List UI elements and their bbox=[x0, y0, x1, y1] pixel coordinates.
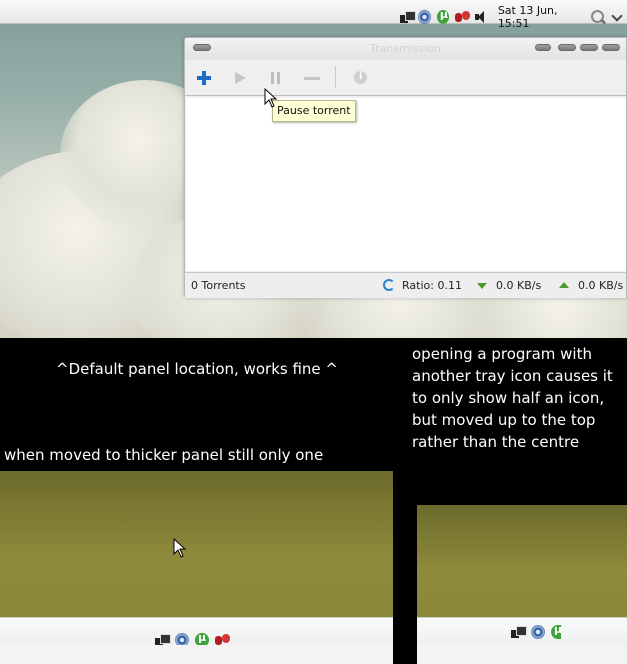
grass-wallpaper-right bbox=[417, 505, 627, 617]
utorrent-icon[interactable] bbox=[551, 625, 561, 639]
add-torrent-icon[interactable] bbox=[194, 68, 214, 88]
network-icon[interactable] bbox=[511, 626, 527, 638]
window-shade-button[interactable] bbox=[535, 44, 551, 51]
torrent-count: 0 Torrents bbox=[191, 279, 246, 292]
grass-wallpaper-left bbox=[0, 471, 393, 617]
upload-arrow-icon bbox=[559, 282, 569, 288]
panel-clock[interactable]: Sat 13 Jun, 15:51 bbox=[498, 4, 582, 30]
network-icon[interactable] bbox=[400, 11, 417, 23]
half-icon-bottom-panel bbox=[417, 617, 627, 664]
window-titlebar[interactable]: Transmission bbox=[185, 38, 626, 60]
pause-torrent-icon[interactable] bbox=[266, 68, 286, 88]
status-bar: 0 Torrents Ratio: 0.11 0.0 KB/s 0.0 KB/s bbox=[185, 272, 626, 298]
caption-line: opening a program with bbox=[412, 345, 592, 363]
caption-thicker-panel: when moved to thicker panel still only o… bbox=[4, 446, 324, 464]
search-icon[interactable] bbox=[590, 9, 605, 25]
transmission-icon[interactable] bbox=[531, 625, 545, 639]
minimize-button[interactable] bbox=[558, 44, 576, 51]
close-button[interactable] bbox=[602, 44, 620, 51]
start-torrent-icon[interactable] bbox=[230, 68, 250, 88]
desktop-screenshot-top: Sat 13 Jun, 15:51 Transmission 0 Torrent… bbox=[0, 0, 627, 338]
utorrent-icon[interactable] bbox=[436, 8, 450, 24]
remove-torrent-icon[interactable] bbox=[302, 68, 322, 88]
ratio-label[interactable]: Ratio: 0.11 bbox=[402, 279, 462, 292]
caption-line: rather than the centre bbox=[412, 433, 580, 451]
volume-icon[interactable] bbox=[475, 10, 487, 24]
caption-line: to only show half an icon, bbox=[412, 389, 605, 407]
caption-default-location: ^Default panel location, works fine ^ bbox=[56, 360, 338, 378]
thick-bottom-panel bbox=[0, 617, 393, 664]
window-toolbar bbox=[185, 60, 626, 96]
top-panel: Sat 13 Jun, 15:51 bbox=[0, 0, 627, 30]
torrent-list[interactable] bbox=[186, 98, 626, 271]
torrent-info-icon[interactable] bbox=[351, 68, 371, 88]
system-tray: Sat 13 Jun, 15:51 bbox=[400, 4, 627, 30]
refresh-icon[interactable] bbox=[383, 279, 395, 291]
transmission-window: Transmission 0 Torrents Ratio: 0.11 0.0 … bbox=[184, 37, 627, 298]
caption-line: another tray icon causes it bbox=[412, 367, 613, 385]
pause-torrent-tooltip: Pause torrent bbox=[272, 100, 356, 122]
transmission-icon[interactable] bbox=[418, 10, 431, 24]
panel-lower-strip bbox=[417, 645, 627, 664]
pidgin-icon[interactable] bbox=[455, 10, 471, 24]
toolbar-separator bbox=[335, 66, 336, 88]
upload-speed: 0.0 KB/s bbox=[578, 279, 624, 292]
chevron-down-icon[interactable] bbox=[612, 12, 621, 22]
caption-half-icon: opening a program with another tray icon… bbox=[412, 343, 627, 453]
download-speed: 0.0 KB/s bbox=[496, 279, 542, 292]
caption-line: but moved up to the top bbox=[412, 411, 596, 429]
panel-lower-strip bbox=[0, 645, 393, 664]
system-tray bbox=[511, 625, 567, 639]
download-arrow-icon bbox=[477, 283, 487, 289]
maximize-button[interactable] bbox=[580, 44, 598, 51]
